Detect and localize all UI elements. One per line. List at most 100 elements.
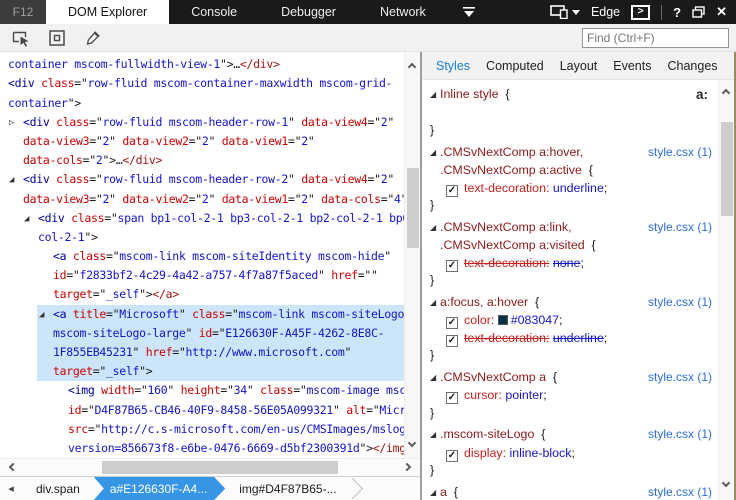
css-rule: ◢.CMSvNextComp a {style.csx (1)✓cursor: …	[430, 369, 718, 423]
dom-tree-node[interactable]: container">	[0, 94, 404, 113]
expander-open-icon[interactable]: ◢	[430, 219, 440, 237]
tab-debugger[interactable]: Debugger	[259, 0, 358, 24]
debug-target-label[interactable]: Edge	[591, 5, 620, 19]
dom-tree-node[interactable]: col-2-1">	[0, 228, 404, 247]
expander-open-icon[interactable]: ◢	[24, 210, 38, 229]
property-checkbox[interactable]: ✓	[446, 450, 458, 462]
breadcrumb-back-icon[interactable]: ◂	[0, 477, 22, 500]
highlight-element-icon[interactable]	[42, 26, 72, 50]
stylesheet-link[interactable]: style.csx (1)	[648, 294, 712, 312]
scrollbar-thumb[interactable]	[102, 461, 338, 474]
scrollbar-thumb[interactable]	[721, 122, 733, 216]
property-name: text-decoration:	[464, 256, 549, 270]
rule-selector: .CMSvNextComp a:active	[440, 163, 582, 177]
styles-vertical-scrollbar[interactable]	[718, 80, 734, 500]
tab-bar-right: Edge > ? ✕	[550, 0, 736, 24]
dom-tree-node[interactable]: version=856673f8-e6be-0476-6669-d5bf2300…	[0, 439, 404, 458]
property-checkbox[interactable]: ✓	[446, 392, 458, 404]
breadcrumb-item[interactable]: div.span	[22, 477, 94, 500]
dom-tree-node[interactable]: data-cols="2">…</div>	[0, 151, 404, 170]
dom-tree-node[interactable]: id="D4F87B65-CB46-40F9-8458-56E05A099321…	[0, 401, 404, 420]
dom-tree-horizontal-scrollbar[interactable]	[0, 458, 420, 476]
stylesheet-link[interactable]: style.csx (1)	[648, 219, 712, 237]
expander-open-icon[interactable]: ◢	[430, 369, 440, 387]
property-name: display:	[464, 446, 506, 460]
property-value: inline-block	[509, 446, 571, 460]
scroll-up-icon[interactable]	[408, 63, 416, 71]
close-icon[interactable]: ✕	[716, 4, 727, 20]
dom-tree-node[interactable]: ◢<a title="Microsoft" class="mscom-link …	[0, 305, 404, 324]
css-property: ✓text-decoration: underline;	[430, 180, 718, 198]
dom-tree-node[interactable]: <a class="mscom-link mscom-siteIdentity …	[0, 247, 404, 266]
expander-open-icon[interactable]: ◢	[430, 86, 440, 104]
scroll-right-icon[interactable]	[403, 463, 411, 471]
scrollbar-thumb[interactable]	[407, 168, 419, 248]
tab-console[interactable]: Console	[169, 0, 259, 24]
more-tabs-icon[interactable]	[462, 0, 476, 24]
dom-tree-node[interactable]: data-view3="2" data-view2="2" data-view1…	[0, 190, 404, 209]
property-name: text-decoration:	[464, 181, 549, 195]
dom-tree-node[interactable]: target="_self"></a>	[0, 285, 404, 304]
dom-tree-node[interactable]: id="f2833bf2-4c29-4a42-a757-4f7a87f5aced…	[0, 266, 404, 285]
expander-open-icon[interactable]: ◢	[9, 171, 23, 190]
property-checkbox[interactable]: ✓	[446, 317, 458, 329]
scroll-down-icon[interactable]	[722, 479, 730, 487]
show-console-icon[interactable]: >	[631, 5, 650, 20]
tab-network[interactable]: Network	[358, 0, 448, 24]
styles-panel-tabs: StylesComputedLayoutEventsChanges	[422, 52, 736, 80]
scroll-up-icon[interactable]	[722, 89, 730, 97]
tab-events[interactable]: Events	[605, 59, 659, 73]
expander-open-icon[interactable]: ◢	[430, 426, 440, 444]
dom-tree-node[interactable]: src="http://c.s-microsoft.com/en-us/CMSI…	[0, 420, 404, 439]
device-emulation-icon[interactable]	[550, 5, 580, 19]
dock-window-icon[interactable]	[692, 6, 705, 18]
css-property: ✓text-decoration: underline;	[430, 330, 718, 348]
property-checkbox[interactable]: ✓	[446, 335, 458, 347]
breadcrumb-item[interactable]: img#D4F87B65-...	[225, 477, 350, 500]
expander-open-icon[interactable]: ◢	[430, 144, 440, 162]
tab-layout[interactable]: Layout	[552, 59, 606, 73]
property-checkbox[interactable]: ✓	[446, 260, 458, 272]
dom-tree-vertical-scrollbar[interactable]	[404, 52, 420, 458]
expander-open-icon[interactable]: ◢	[39, 306, 53, 325]
help-icon[interactable]: ?	[673, 5, 681, 20]
rule-selector: .CMSvNextComp a:visited	[440, 238, 585, 252]
property-value: underline	[553, 331, 604, 345]
stylesheet-link[interactable]: style.csx (1)	[648, 144, 712, 162]
dom-tree-node[interactable]: ◢<div class="span bp1-col-2-1 bp3-col-2-…	[0, 209, 404, 228]
dom-tree-node[interactable]: <img width="160" height="34" class="msco…	[0, 381, 404, 400]
scroll-left-icon[interactable]	[9, 463, 17, 471]
tab-computed[interactable]: Computed	[478, 59, 552, 73]
f12-logo: F12	[0, 0, 46, 24]
expander-closed-icon[interactable]: ▷	[9, 114, 23, 133]
scroll-down-icon[interactable]	[408, 439, 416, 447]
property-value: pointer	[505, 388, 543, 402]
stylesheet-link[interactable]: style.csx (1)	[648, 369, 712, 387]
dom-tree-node[interactable]: ▷<div class="row-fluid mscom-header-row-…	[0, 113, 404, 132]
color-picker-icon[interactable]	[78, 26, 108, 50]
tab-changes[interactable]: Changes	[659, 59, 725, 73]
pseudo-state-button[interactable]: a:	[696, 86, 708, 104]
stylesheet-link[interactable]: style.csx (1)	[648, 426, 712, 444]
stylesheet-link[interactable]: style.csx (1)	[648, 484, 712, 500]
dom-tree-node[interactable]: container mscom-fullwidth-view-1">…</div…	[0, 55, 404, 74]
search-input[interactable]	[582, 28, 729, 48]
rule-selector: .CMSvNextComp a:hover,	[440, 145, 583, 159]
tab-dom-explorer[interactable]: DOM Explorer	[46, 0, 169, 24]
dom-tree-node[interactable]: data-view3="2" data-view2="2" data-view1…	[0, 132, 404, 151]
property-name: text-decoration:	[464, 331, 549, 345]
tab-styles[interactable]: Styles	[428, 59, 478, 73]
breadcrumb-item[interactable]: a#E126630F-A4...	[94, 477, 225, 500]
css-rule: ◢.CMSvNextComp a:hover, style.csx (1) .CMS…	[430, 144, 718, 215]
css-property: ✓display: inline-block;	[430, 445, 718, 463]
dom-tree-node[interactable]: target="_self">	[0, 362, 404, 381]
dom-tree-node[interactable]: ◢<div class="row-fluid mscom-header-row-…	[0, 170, 404, 189]
property-checkbox[interactable]: ✓	[446, 185, 458, 197]
dom-tree-node[interactable]: 1F855EB45231" href="http://www.microsoft…	[0, 343, 404, 362]
expander-open-icon[interactable]: ◢	[430, 294, 440, 312]
dom-tree-node[interactable]: <div class="row-fluid mscom-container-ma…	[0, 74, 404, 93]
select-element-icon[interactable]	[6, 26, 36, 50]
expander-open-icon[interactable]: ◢	[430, 484, 440, 500]
dom-tree-node[interactable]: mscom-siteLogo-large" id="E126630F-A45F-…	[0, 324, 404, 343]
css-property: ✓color: #083047;	[430, 312, 718, 330]
